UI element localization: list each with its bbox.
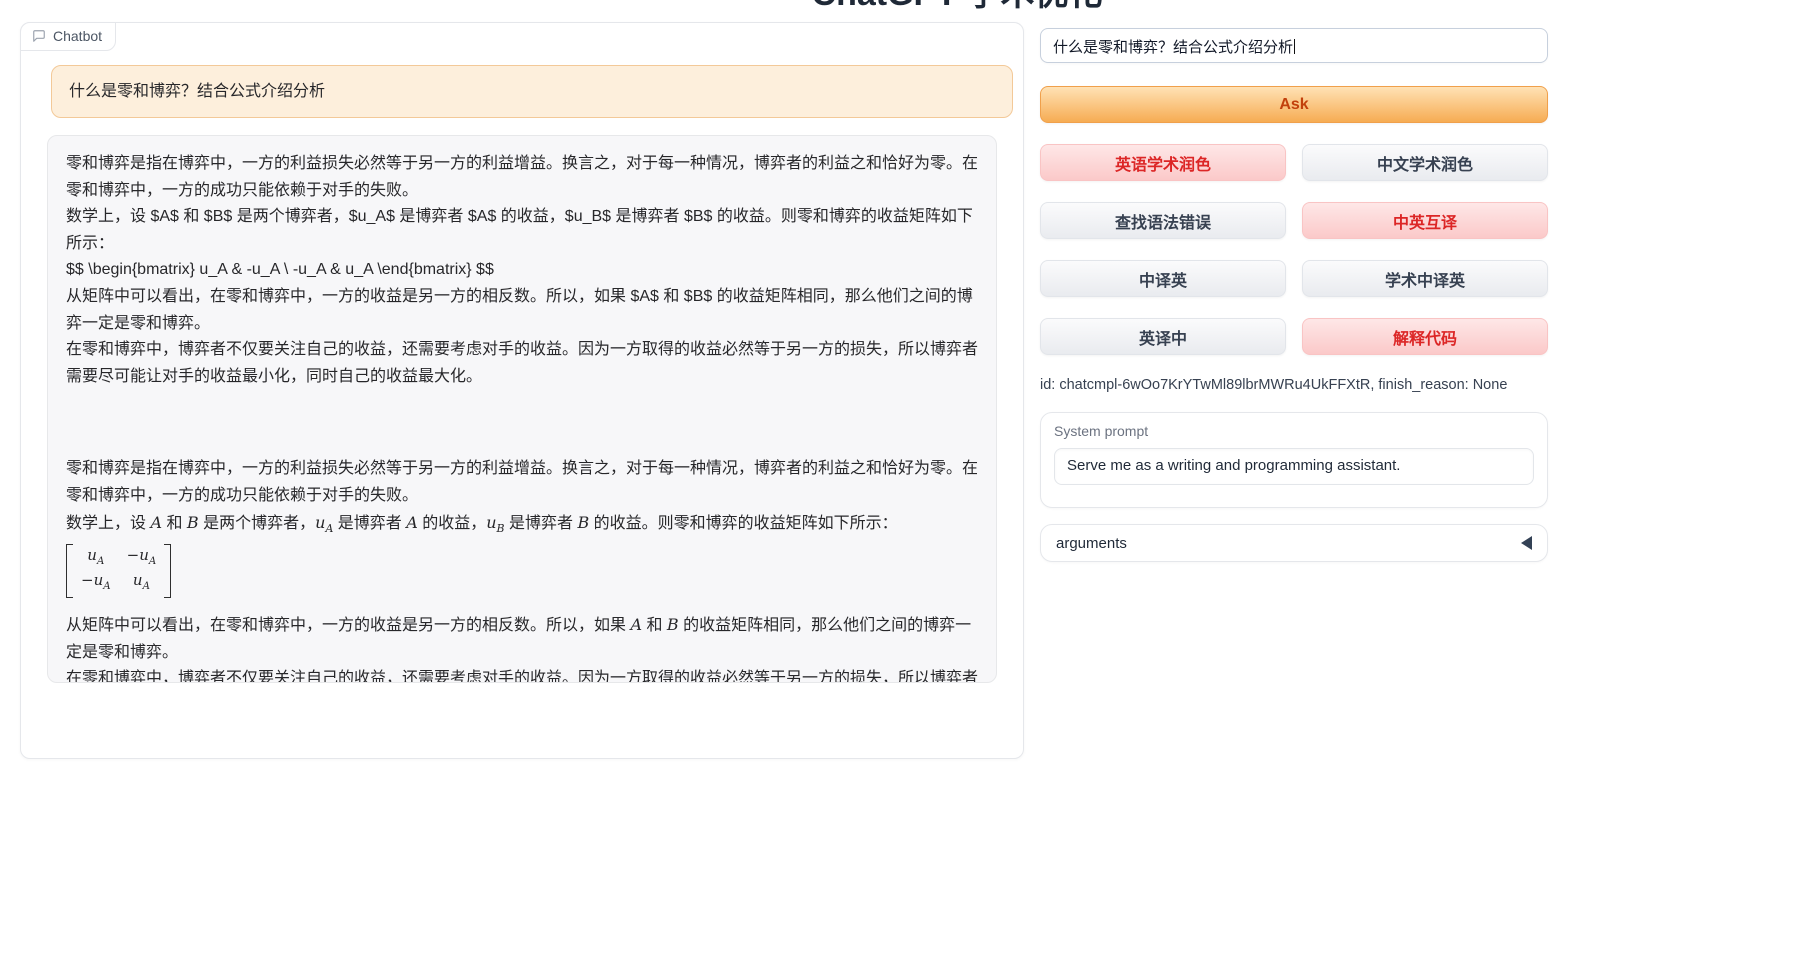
bot-rendered-paragraph-3: 从矩阵中可以看出，在零和博弈中，一方的收益是另一方的相反数。所以，如果 A 和 … xyxy=(66,612,978,666)
system-prompt-value: Serve me as a writing and programming as… xyxy=(1067,457,1400,474)
bot-source-paragraph-2: 数学上，设 $A$ 和 $B$ 是两个博弈者，$u_A$ 是博弈者 $A$ 的收… xyxy=(66,204,978,257)
arguments-accordion[interactable]: arguments xyxy=(1040,524,1548,562)
bot-rendered-paragraph-4: 在零和博弈中，博弈者不仅要关注自己的收益，还需要考虑对手的收益。因为一方取得的收… xyxy=(66,666,978,683)
bot-rendered-paragraph-2: 数学上，设 A 和 B 是两个博弈者，uA 是博弈者 A 的收益，uB 是博弈者… xyxy=(66,510,978,543)
fn-button-academic-zh-en[interactable]: 学术中译英 xyxy=(1302,260,1548,297)
fn-button-zh-en-mutual[interactable]: 中英互译 xyxy=(1302,202,1548,239)
collapse-left-triangle-icon xyxy=(1521,536,1532,550)
matrix-cell: uA xyxy=(81,546,111,571)
chatbot-panel: Chatbot 什么是零和博弈？结合公式介绍分析 零和博弈是指在博弈中，一方的利… xyxy=(20,22,1024,759)
fn-button-chinese-polish[interactable]: 中文学术润色 xyxy=(1302,144,1548,181)
fn-button-zh-to-en[interactable]: 中译英 xyxy=(1040,260,1286,297)
bot-source-paragraph-1: 零和博弈是指在博弈中，一方的利益损失必然等于另一方的利益增益。换言之，对于每一种… xyxy=(66,151,978,204)
chat-bubble-icon xyxy=(32,29,46,43)
matrix-left-bracket xyxy=(66,544,73,598)
status-line: id: chatcmpl-6wOo7KrYTwMl89lbrMWRu4UkFFX… xyxy=(1040,377,1548,393)
fn-button-find-grammar[interactable]: 查找语法错误 xyxy=(1040,202,1286,239)
bot-source-paragraph-3: 从矩阵中可以看出，在零和博弈中，一方的收益是另一方的相反数。所以，如果 $A$ … xyxy=(66,284,978,337)
bot-source-formula: $$ \begin{bmatrix} u_A & -u_A \ -u_A & u… xyxy=(66,257,978,284)
arguments-accordion-label: arguments xyxy=(1056,535,1127,552)
bot-source-paragraph-4: 在零和博弈中，博弈者不仅要关注自己的收益，还需要考虑对手的收益。因为一方取得的收… xyxy=(66,337,978,390)
bot-message: 零和博弈是指在博弈中，一方的利益损失必然等于另一方的利益增益。换言之，对于每一种… xyxy=(47,135,997,683)
system-prompt-input[interactable]: Serve me as a writing and programming as… xyxy=(1054,448,1534,485)
matrix-cell: uA xyxy=(127,571,157,596)
matrix-cell: −uA xyxy=(81,571,111,596)
question-input-value: 什么是零和博弈？结合公式介绍分析 xyxy=(1053,39,1295,56)
matrix-cell: −uA xyxy=(127,546,157,571)
page-title: ChatGPT 学术优化 xyxy=(0,0,1814,15)
system-prompt-box: System prompt Serve me as a writing and … xyxy=(1040,412,1548,508)
bot-rendered-paragraph-1: 零和博弈是指在博弈中，一方的利益损失必然等于另一方的利益增益。换言之，对于每一种… xyxy=(66,456,978,509)
fn-button-english-polish[interactable]: 英语学术润色 xyxy=(1040,144,1286,181)
user-message-text: 什么是零和博弈？结合公式介绍分析 xyxy=(69,83,325,100)
payoff-matrix: uA−uA−uAuA xyxy=(66,542,978,612)
question-input[interactable]: 什么是零和博弈？结合公式介绍分析 xyxy=(1040,28,1548,63)
chatbot-label: Chatbot xyxy=(20,22,116,51)
system-prompt-label: System prompt xyxy=(1054,423,1534,439)
section-gap xyxy=(66,390,978,456)
fn-button-explain-code[interactable]: 解释代码 xyxy=(1302,318,1548,355)
fn-button-en-to-zh[interactable]: 英译中 xyxy=(1040,318,1286,355)
user-message: 什么是零和博弈？结合公式介绍分析 xyxy=(51,65,1013,118)
matrix-right-bracket xyxy=(164,544,171,598)
chatbot-label-text: Chatbot xyxy=(53,28,102,44)
ask-button[interactable]: Ask xyxy=(1040,86,1548,123)
